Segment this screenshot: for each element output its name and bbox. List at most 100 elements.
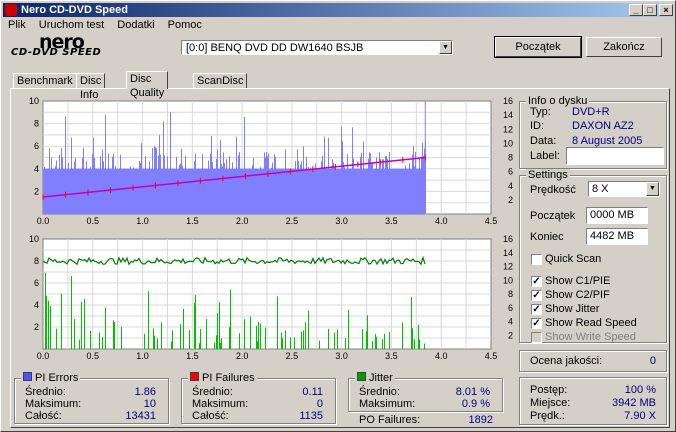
y-right-tick-label: 14 [503, 110, 513, 120]
end-button[interactable]: Zakończ [586, 37, 662, 57]
x-tick-label: 2.5 [286, 351, 299, 361]
po-failures-value: 1892 [468, 414, 493, 426]
quick-scan-label: Quick Scan [545, 253, 602, 265]
date-label: Data: [530, 135, 557, 147]
y-right-tick-label: 6 [508, 167, 513, 177]
progress-value: 100 % [624, 384, 656, 396]
maximize-button[interactable]: □ [643, 4, 657, 16]
show-c1-checkbox[interactable]: ✓ [531, 276, 542, 287]
show-jitter-checkbox[interactable]: ✓ [531, 304, 542, 315]
jitter-title: Jitter [355, 372, 395, 384]
jitter-max-label: Maksimum: [359, 398, 416, 410]
menu-pomoc[interactable]: Pomoc [163, 18, 207, 32]
pi-errors-title: PI Errors [21, 372, 81, 384]
pi-errors-total-label: Całość: [25, 410, 62, 422]
pi-failures-group: PI Failures Średnio: 0.11 Maksimum: 0 Ca… [181, 372, 336, 424]
menu-uruchom-test[interactable]: Uruchom test [34, 18, 109, 32]
menu-bar: Plik Uruchom test Dodatki Pomoc [3, 18, 207, 32]
y-right-tick-label: 12 [503, 262, 513, 272]
y-left-tick-label: 2 [34, 322, 39, 332]
x-tick-label: 3.0 [335, 216, 348, 226]
tab-disc-quality[interactable]: Disc Quality [126, 71, 169, 99]
progress-group: Postęp: 100 % Miejsce: 3942 MB Prędk.: 7… [519, 377, 667, 425]
pi-failures-total: 1135 [299, 410, 323, 422]
main-window: Nero CD-DVD Speed _ □ × Plik Uruchom tes… [0, 0, 676, 432]
show-c2-label: Show C2/PIF [545, 289, 610, 301]
tab-benchmark[interactable]: Benchmark [13, 73, 77, 88]
x-tick-label: 4.0 [435, 216, 448, 226]
tab-disc-info[interactable]: Disc Info [76, 73, 106, 101]
start-field[interactable]: 0000 MB [586, 207, 648, 224]
type-label: Typ: [530, 106, 551, 118]
x-tick-label: 2.0 [236, 351, 249, 361]
show-jitter-label: Show Jitter [545, 303, 600, 315]
y-right-tick-label: 10 [503, 138, 513, 148]
y-left-tick-label: 2 [34, 186, 39, 196]
y-right-tick-label: 16 [503, 96, 513, 106]
y-right-tick-label: 12 [503, 124, 513, 134]
show-read-speed-label: Show Read Speed [545, 317, 637, 329]
quality-label: Ocena jakości: [530, 355, 603, 367]
jitter-color-icon [357, 372, 366, 381]
x-tick-label: 4.5 [485, 216, 498, 226]
app-icon [5, 4, 17, 16]
po-failures-label: PO Failures: [359, 414, 421, 426]
type-value: DVD+R [572, 106, 610, 118]
y-right-tick-label: 6 [508, 303, 513, 313]
pi-errors-total: 13431 [125, 410, 156, 422]
y-left-tick-label: 6 [34, 278, 39, 288]
nero-logo: nero CD-DVD SPEED [11, 31, 102, 58]
close-button[interactable]: × [659, 4, 673, 16]
quality-value: 0 [649, 355, 656, 367]
y-left-tick-label: 8 [34, 256, 39, 266]
disc-label-field[interactable] [566, 147, 664, 165]
show-write-speed-label: Show Write Speed [545, 331, 636, 343]
pi-failures-chart: 0.0 0.5 1.0 1.5 2.0 2.5 3.0 3.5 4.0 4.5 2 4 6 8 10 2 4 6 8… [29, 234, 513, 361]
show-c2-checkbox[interactable]: ✓ [531, 290, 542, 301]
label-label: Label: [530, 150, 560, 162]
show-write-speed-checkbox [531, 332, 542, 343]
end-label: Koniec [530, 231, 564, 243]
y-left-tick-label: 4 [34, 164, 39, 174]
x-tick-label: 0.0 [37, 216, 50, 226]
position-label: Miejsce: [530, 397, 571, 409]
tab-scandisc[interactable]: ScanDisc [193, 73, 248, 88]
settings-title: Settings [526, 169, 570, 181]
show-read-speed-checkbox[interactable]: ✓ [531, 318, 542, 329]
y-right-tick-label: 2 [508, 330, 513, 340]
y-left-tick-label: 8 [34, 119, 39, 129]
x-tick-label: 1.0 [136, 216, 149, 226]
menu-plik[interactable]: Plik [3, 18, 31, 32]
minimize-button[interactable]: _ [629, 4, 643, 16]
quick-scan-checkbox[interactable] [531, 254, 542, 265]
x-tick-label: 2.5 [286, 216, 299, 226]
speed-select[interactable]: 8 X ▼ [588, 181, 660, 197]
x-tick-label: 0.0 [37, 351, 50, 361]
x-tick-label: 4.0 [435, 351, 448, 361]
chevron-down-icon[interactable]: ▼ [646, 182, 659, 196]
x-tick-label: 0.5 [87, 351, 100, 361]
start-label: Początek [530, 210, 576, 222]
y-right-tick-label: 10 [503, 275, 513, 285]
start-button[interactable]: Początek [494, 36, 582, 58]
chevron-down-icon[interactable]: ▼ [439, 41, 452, 54]
end-field[interactable]: 4482 MB [586, 228, 648, 245]
pi-errors-group: PI Errors Średnio: 1.86 Maksimum: 10 Cał… [14, 372, 169, 424]
speed-now-label: Prędk.: [530, 410, 565, 422]
pi-errors-chart: 0.0 0.5 1.0 1.5 2.0 2.5 3.0 3.5 4.0 4.5 2 4 6 8 10 2 4 6 8… [29, 96, 513, 226]
window-title: Nero CD-DVD Speed [21, 4, 128, 16]
x-tick-label: 1.5 [186, 216, 199, 226]
settings-group: Settings Prędkość 8 X ▼ Początek 0000 MB… [519, 169, 667, 343]
id-value: DAXON AZ2 [572, 120, 634, 132]
y-right-tick-label: 4 [508, 181, 513, 191]
y-right-tick-label: 8 [508, 289, 513, 299]
pi-errors-color-icon [23, 372, 32, 381]
drive-select[interactable]: [0:0] BENQ DVD DD DW1640 BSJB ▼ [181, 40, 453, 55]
y-right-tick-label: 16 [503, 234, 513, 244]
pi-failures-total-label: Całość: [192, 410, 229, 422]
pi-failures-title: PI Failures [188, 372, 257, 384]
pi-failures-color-icon [190, 372, 199, 381]
menu-dodatki[interactable]: Dodatki [112, 18, 159, 32]
x-tick-label: 4.5 [485, 351, 498, 361]
quality-group: Ocena jakości: 0 [519, 350, 667, 372]
